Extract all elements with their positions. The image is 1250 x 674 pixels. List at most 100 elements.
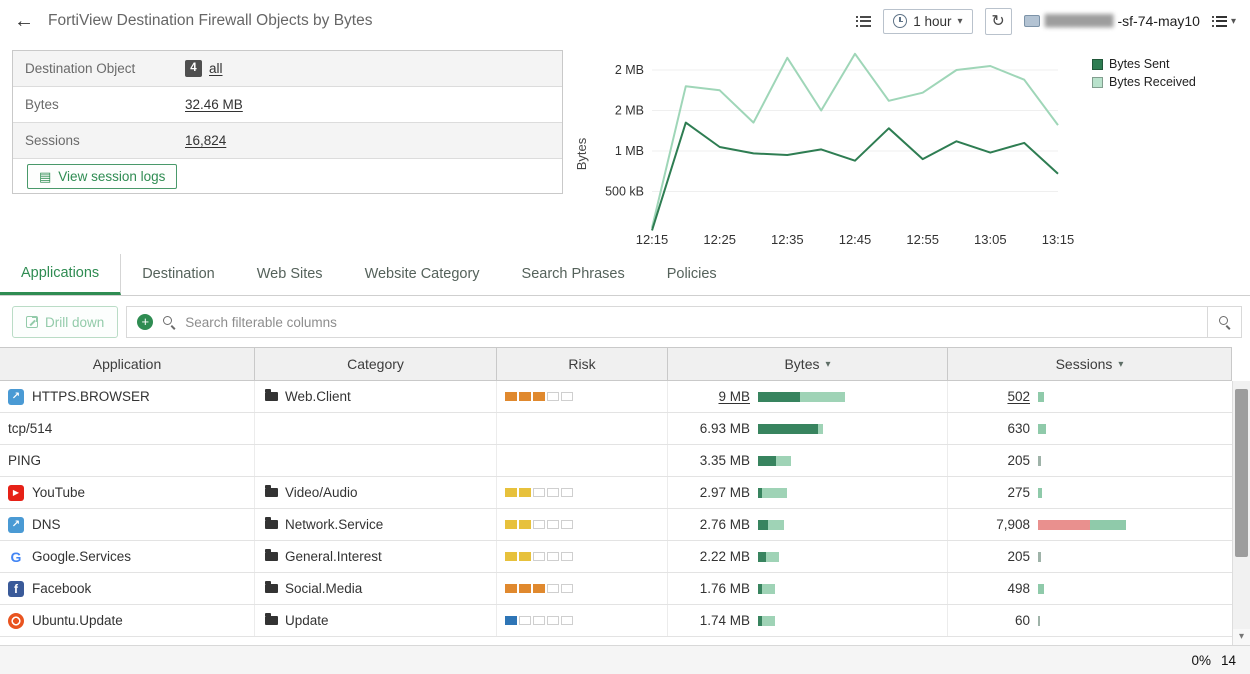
risk-level-block [505, 616, 517, 625]
view-list-icon[interactable] [856, 16, 871, 27]
search-icon [162, 315, 176, 329]
tab-policies[interactable]: Policies [646, 254, 738, 295]
bytes-received-segment [762, 616, 775, 626]
scrollbar-thumb[interactable] [1235, 389, 1248, 557]
bytes-received-segment [762, 584, 775, 594]
cell-bytes: 6.93 MB [668, 413, 948, 444]
view-session-logs-label: View session logs [58, 169, 165, 184]
table-row[interactable]: GGoogle.ServicesGeneral.Interest2.22 MB2… [0, 541, 1232, 573]
main-menu-button[interactable]: ▾ [1212, 16, 1236, 27]
table-row[interactable]: ▶YouTubeVideo/Audio2.97 MB275 [0, 477, 1232, 509]
risk-level-block [561, 584, 573, 593]
column-header-label: Risk [568, 356, 595, 372]
search-bar: + [126, 306, 1208, 338]
status-bar: 0% 14 [0, 645, 1250, 674]
add-filter-icon[interactable]: + [137, 314, 153, 330]
bytes-sent-segment [758, 456, 776, 466]
tab-applications[interactable]: Applications [0, 254, 121, 295]
cell-application: ▶YouTube [0, 477, 255, 508]
time-range-dropdown[interactable]: 1 hour ▾ [883, 9, 972, 34]
page-title: FortiView Destination Firewall Objects b… [48, 12, 372, 30]
tab-destination[interactable]: Destination [121, 254, 236, 295]
summary-row-destination-object: Destination Object 4 all [13, 51, 562, 87]
svg-text:Bytes: Bytes [574, 137, 589, 170]
cell-application: fFacebook [0, 573, 255, 604]
device-name-redacted: ██████████ [1045, 15, 1113, 27]
sessions-bar-segment [1038, 552, 1041, 562]
risk-level-block [547, 488, 559, 497]
table-row[interactable]: PING3.35 MB205 [0, 445, 1232, 477]
device-name-suffix: -sf-74-may10 [1118, 13, 1200, 29]
vertical-scrollbar[interactable]: ▾ [1232, 381, 1250, 645]
bytes-sent-segment [758, 552, 766, 562]
sessions-bar-segment [1038, 424, 1046, 434]
folder-icon [265, 584, 278, 593]
sessions-bar [1038, 616, 1040, 626]
tab-web-sites[interactable]: Web Sites [236, 254, 344, 295]
search-button[interactable] [1208, 306, 1242, 338]
svg-text:12:45: 12:45 [839, 232, 872, 247]
traffic-chart: 500 kB1 MB2 MB2 MB12:1512:2512:3512:4512… [572, 44, 1250, 252]
scroll-down-arrow[interactable]: ▾ [1233, 629, 1250, 645]
cell-category [255, 445, 497, 476]
refresh-button[interactable]: ↻ [985, 8, 1012, 35]
device-icon [1024, 15, 1040, 27]
risk-level-block [505, 552, 517, 561]
folder-icon [265, 392, 278, 401]
column-header-label: Bytes [784, 356, 819, 372]
youtube-icon: ▶ [8, 485, 24, 501]
summary-value-link[interactable]: 32.46 MB [185, 97, 243, 112]
sessions-value: 60 [948, 613, 1030, 628]
drill-down-button[interactable]: Drill down [12, 306, 118, 338]
application-name: PING [8, 453, 41, 468]
cell-sessions: 630 [948, 413, 1232, 444]
risk-level-block [533, 552, 545, 561]
column-header-application[interactable]: Application [0, 348, 255, 380]
bytes-bar [758, 616, 775, 626]
bytes-value: 6.93 MB [668, 421, 750, 436]
sessions-value: 630 [948, 421, 1030, 436]
table-row[interactable]: tcp/514 6.93 MB 630 [0, 413, 1232, 445]
table-row[interactable]: ↗DNSNetwork.Service2.76 MB7,908 [0, 509, 1232, 541]
chevron-down-icon: ▾ [958, 16, 963, 27]
table-row[interactable]: ↗HTTPS.BROWSERWeb.Client9 MB502 [0, 381, 1232, 413]
table-body: ↗HTTPS.BROWSERWeb.Client9 MB502tcp/514 6.… [0, 381, 1232, 637]
category-name: Network.Service [285, 517, 383, 532]
risk-level-block [505, 520, 517, 529]
svg-text:2 MB: 2 MB [615, 63, 644, 77]
cell-application: tcp/514 [0, 413, 255, 444]
column-header-sessions[interactable]: Sessions▾ [948, 348, 1232, 380]
view-session-logs-button[interactable]: ▤ View session logs [27, 164, 177, 189]
summary-value-link[interactable]: all [209, 61, 223, 76]
search-input[interactable] [185, 315, 1197, 330]
back-arrow-icon[interactable]: ← [14, 11, 34, 31]
ubuntu-icon [8, 613, 24, 629]
summary-actions-row: ▤ View session logs [13, 159, 562, 193]
risk-level-block [561, 616, 573, 625]
table-row[interactable]: Ubuntu.UpdateUpdate1.74 MB60 [0, 605, 1232, 637]
tab-search-phrases[interactable]: Search Phrases [501, 254, 646, 295]
search-icon [1218, 315, 1232, 329]
cell-category: Web.Client [255, 381, 497, 412]
column-header-risk[interactable]: Risk [497, 348, 668, 380]
cell-application: PING [0, 445, 255, 476]
summary-value-link[interactable]: 16,824 [185, 133, 226, 148]
risk-level-block [505, 392, 517, 401]
tab-website-category[interactable]: Website Category [344, 254, 501, 295]
legend-label: Bytes Sent [1109, 57, 1169, 71]
column-header-bytes[interactable]: Bytes▾ [668, 348, 948, 380]
category-name: Social.Media [285, 581, 362, 596]
sessions-bar-segment [1090, 520, 1126, 530]
sessions-bar [1038, 456, 1041, 466]
status-count: 14 [1221, 653, 1236, 668]
application-name: Facebook [32, 581, 91, 596]
cell-application: ↗DNS [0, 509, 255, 540]
column-header-category[interactable]: Category [255, 348, 497, 380]
bytes-value: 1.76 MB [668, 581, 750, 596]
cell-sessions: 205 [948, 445, 1232, 476]
svg-text:500 kB: 500 kB [605, 185, 644, 199]
table-toolbar: Drill down + [12, 306, 1242, 338]
table-row[interactable]: fFacebookSocial.Media1.76 MB498 [0, 573, 1232, 605]
risk-level-block [519, 488, 531, 497]
legend-swatch [1092, 59, 1103, 70]
